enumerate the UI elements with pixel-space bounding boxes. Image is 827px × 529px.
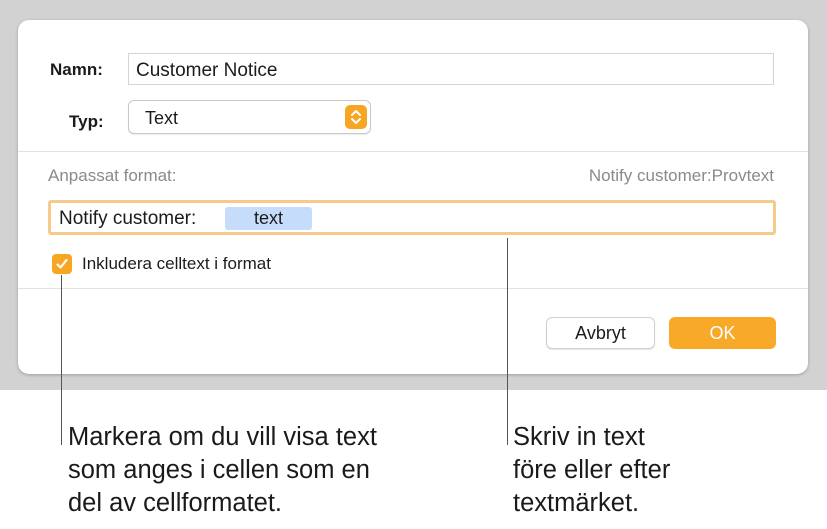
callout-right-line: textmärket.: [513, 489, 640, 517]
cancel-button[interactable]: Avbryt: [546, 317, 655, 349]
ok-button[interactable]: OK: [669, 317, 776, 349]
callout-left-line: del av cellformatet.: [68, 489, 283, 517]
callout-right-line: före eller efter: [513, 456, 671, 484]
type-select[interactable]: Text: [128, 100, 371, 134]
callout-leader-right: [507, 238, 508, 445]
callout-left: Markera om du vill visa text som anges i…: [68, 421, 377, 520]
callout-right: Skriv in text före eller efter textmärke…: [513, 421, 670, 520]
custom-format-label: Anpassat format:: [48, 166, 177, 185]
format-preview: Notify customer:Provtext: [588, 166, 774, 185]
format-prefix-text: Notify customer:: [59, 208, 197, 229]
custom-format-dialog: Namn: Customer Notice Typ: Text Anpassat…: [18, 20, 808, 374]
callout-leader-left: [61, 275, 62, 445]
custom-format-field[interactable]: Notify customer: text: [48, 200, 776, 235]
divider: [18, 151, 808, 152]
callout-left-line: Markera om du vill visa text: [68, 423, 377, 451]
checkmark-icon: [56, 258, 68, 269]
select-stepper-icon: [345, 105, 367, 129]
callout-right-line: Skriv in text: [513, 423, 645, 451]
include-celltext-checkbox[interactable]: [52, 254, 72, 274]
name-label: Namn:: [50, 60, 103, 79]
callout-left-line: som anges i cellen som en: [68, 456, 370, 484]
type-label: Typ:: [69, 112, 104, 131]
text-token[interactable]: text: [225, 207, 312, 230]
type-select-value: Text: [145, 108, 179, 128]
include-celltext-label: Inkludera celltext i format: [82, 254, 271, 273]
divider: [18, 288, 808, 289]
name-field[interactable]: Customer Notice: [128, 53, 774, 85]
